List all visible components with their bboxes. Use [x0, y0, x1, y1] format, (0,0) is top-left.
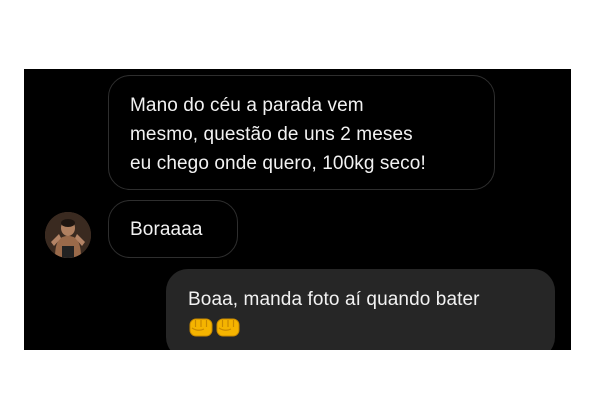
message-bubble-incoming[interactable]: Mano do céu a parada vem mesmo, questão … [108, 75, 495, 190]
chat-thread: Mano do céu a parada vem mesmo, questão … [24, 69, 571, 350]
message-text-line: Boraaaa [130, 219, 203, 240]
message-text-line: eu chego onde quero, 100kg seco! [130, 153, 426, 174]
message-text-line: mesmo, questão de uns 2 meses [130, 124, 413, 145]
contact-avatar[interactable] [45, 212, 91, 258]
message-bubble-incoming[interactable]: Boraaaa [108, 200, 238, 258]
emoji-row [188, 315, 537, 339]
message-bubble-outgoing[interactable]: Boaa, manda foto aí quando bater [166, 269, 555, 350]
message-text-line: Mano do céu a parada vem [130, 95, 364, 116]
fist-bump-icon [189, 318, 213, 337]
message-text-line: Boaa, manda foto aí quando bater [188, 289, 480, 310]
fist-bump-icon [216, 318, 240, 337]
avatar-photo-icon [45, 212, 91, 258]
